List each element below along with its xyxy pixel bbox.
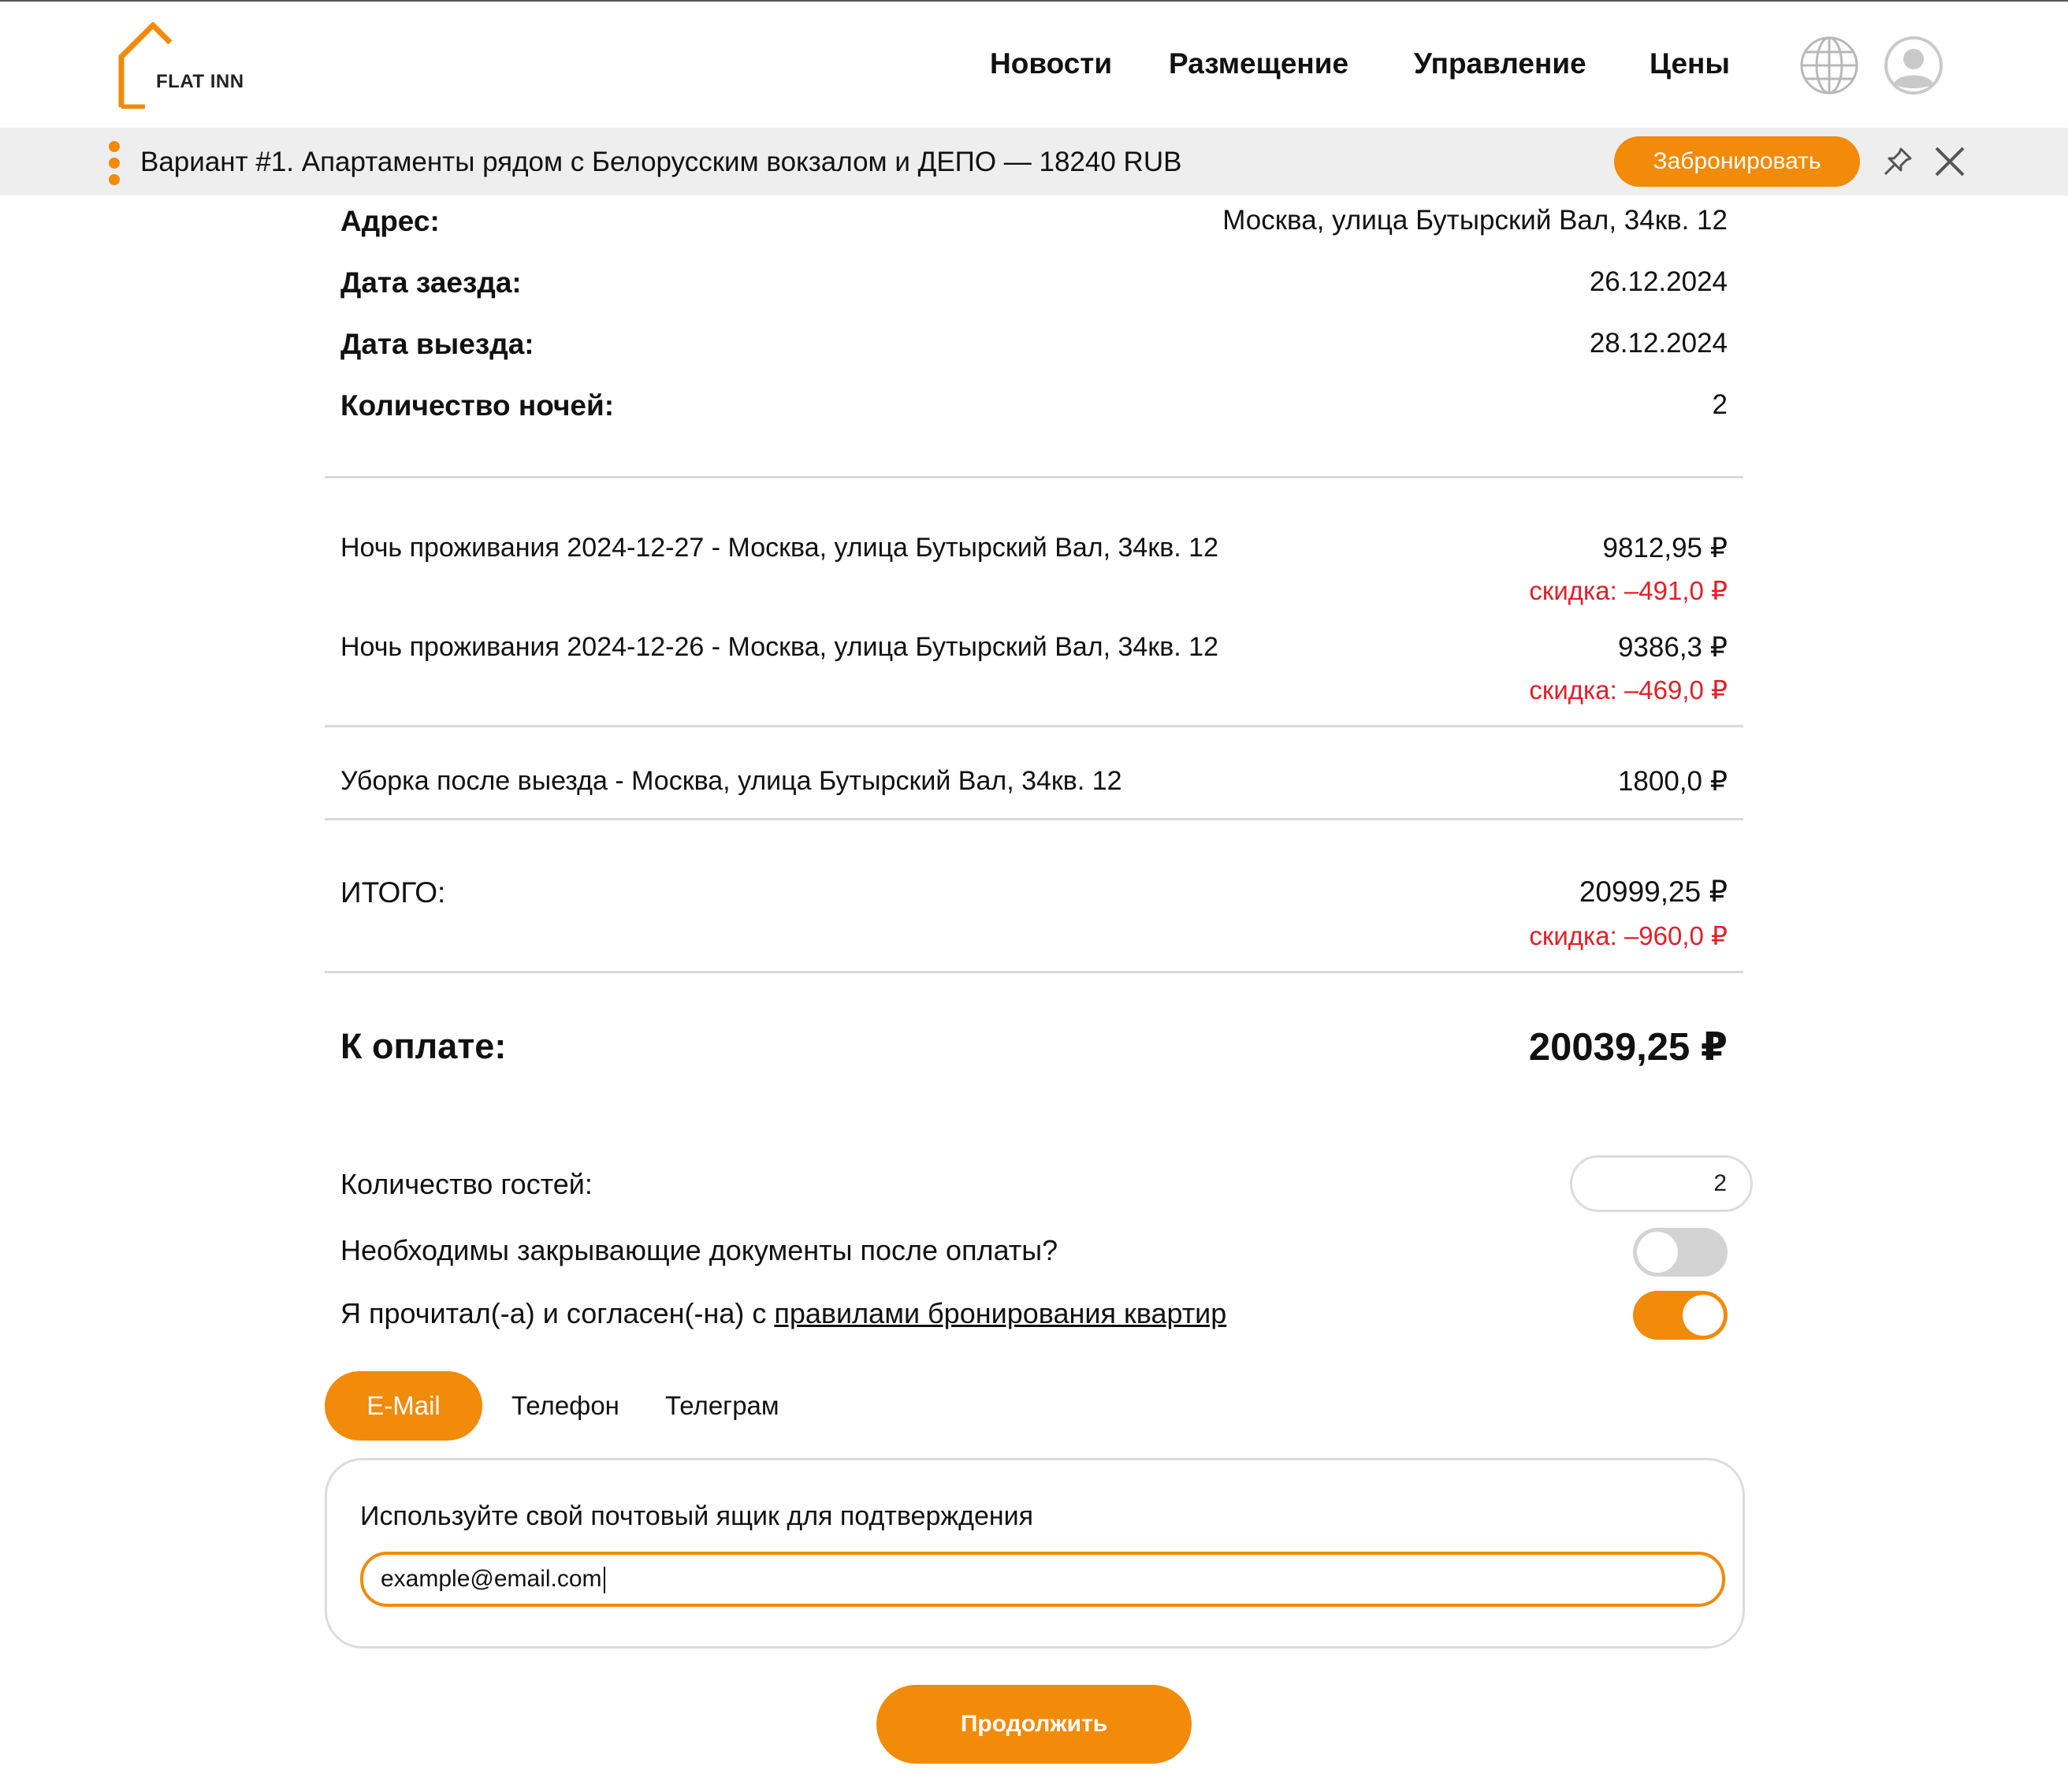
cleaning-amount: 1800,0 ₽ [1617,766,1728,797]
checkin-label: Дата заезда: [340,266,522,299]
divider [325,971,1743,973]
continue-button[interactable]: Продолжить [876,1685,1192,1764]
nav-news[interactable]: Новости [990,47,1112,80]
house-logo-icon [118,22,173,109]
nav-prices[interactable]: Цены [1650,47,1730,80]
book-button[interactable]: Забронировать [1614,136,1860,187]
variant-title: Вариант #1. Апартаменты рядом с Белорусс… [140,147,1182,177]
line-item-discount: скидка: –469,0 ₽ [1529,675,1728,705]
line-item-amount: 9386,3 ₽ [1617,632,1728,663]
kebab-menu-icon[interactable] [109,141,120,185]
address-value: Москва, улица Бутырский Вал, 34кв. 12 [1222,205,1728,236]
email-input[interactable]: example@email.com [360,1552,1725,1607]
guests-label: Количество гостей: [340,1168,593,1200]
docs-toggle[interactable] [1633,1228,1728,1277]
email-panel: Используйте свой почтовый ящик для подтв… [325,1458,1745,1649]
payment-amount: 20039,25 ₽ [1528,1026,1728,1069]
line-item-desc: Ночь проживания 2024-12-26 - Москва, ули… [340,632,1218,662]
logo-text: FLAT INN [156,71,244,92]
line-item-desc: Ночь проживания 2024-12-27 - Москва, ули… [340,533,1218,563]
guests-input[interactable]: 2 [1570,1155,1753,1212]
line-item-amount: 9812,95 ₽ [1602,533,1728,563]
pin-icon[interactable] [1880,144,1915,179]
divider [325,818,1743,820]
tab-phone[interactable]: Телефон [511,1371,619,1441]
line-item-discount: скидка: –491,0 ₽ [1529,576,1728,605]
close-icon[interactable] [1932,144,1967,179]
address-label: Адрес: [340,205,440,237]
tab-telegram[interactable]: Телеграм [665,1371,779,1441]
divider [325,725,1743,727]
variant-bar: Вариант #1. Апартаменты рядом с Белорусс… [0,128,2068,195]
payment-label: К оплате: [340,1026,507,1066]
email-value: example@email.com [381,1566,602,1592]
tab-email[interactable]: E-Mail [325,1371,482,1441]
checkout-label: Дата выезда: [340,328,534,360]
total-label: ИТОГО: [340,876,446,909]
cleaning-desc: Уборка после выезда - Москва, улица Буты… [340,766,1122,796]
agree-toggle[interactable] [1633,1291,1728,1340]
nights-value: 2 [1712,389,1728,420]
divider [325,476,1743,478]
agree-label: Я прочитал(-а) и согласен(-на) с правила… [340,1297,1226,1330]
text-caret [603,1567,605,1594]
total-discount: скидка: –960,0 ₽ [1529,921,1728,950]
toggle-knob [1683,1295,1724,1336]
nights-label: Количество ночей: [340,389,615,422]
booking-rules-link[interactable]: правилами бронирования квартир [774,1297,1226,1329]
site-header: FLAT INN Новости Размещение Управление Ц… [0,2,2068,128]
agree-text: Я прочитал(-а) и согласен(-на) с [340,1297,775,1329]
globe-icon[interactable] [1798,35,1860,96]
total-amount: 20999,25 ₽ [1579,876,1728,908]
checkin-value: 26.12.2024 [1589,266,1728,297]
logo[interactable]: FLAT INN [117,22,251,109]
toggle-knob [1637,1232,1678,1273]
avatar-icon[interactable] [1883,35,1944,96]
docs-label: Необходимы закрывающие документы после о… [340,1234,1058,1266]
checkout-value: 28.12.2024 [1589,328,1728,359]
nav-management[interactable]: Управление [1414,47,1586,80]
nav-accommodation[interactable]: Размещение [1169,47,1348,80]
email-hint: Используйте свой почтовый ящик для подтв… [360,1501,1034,1531]
